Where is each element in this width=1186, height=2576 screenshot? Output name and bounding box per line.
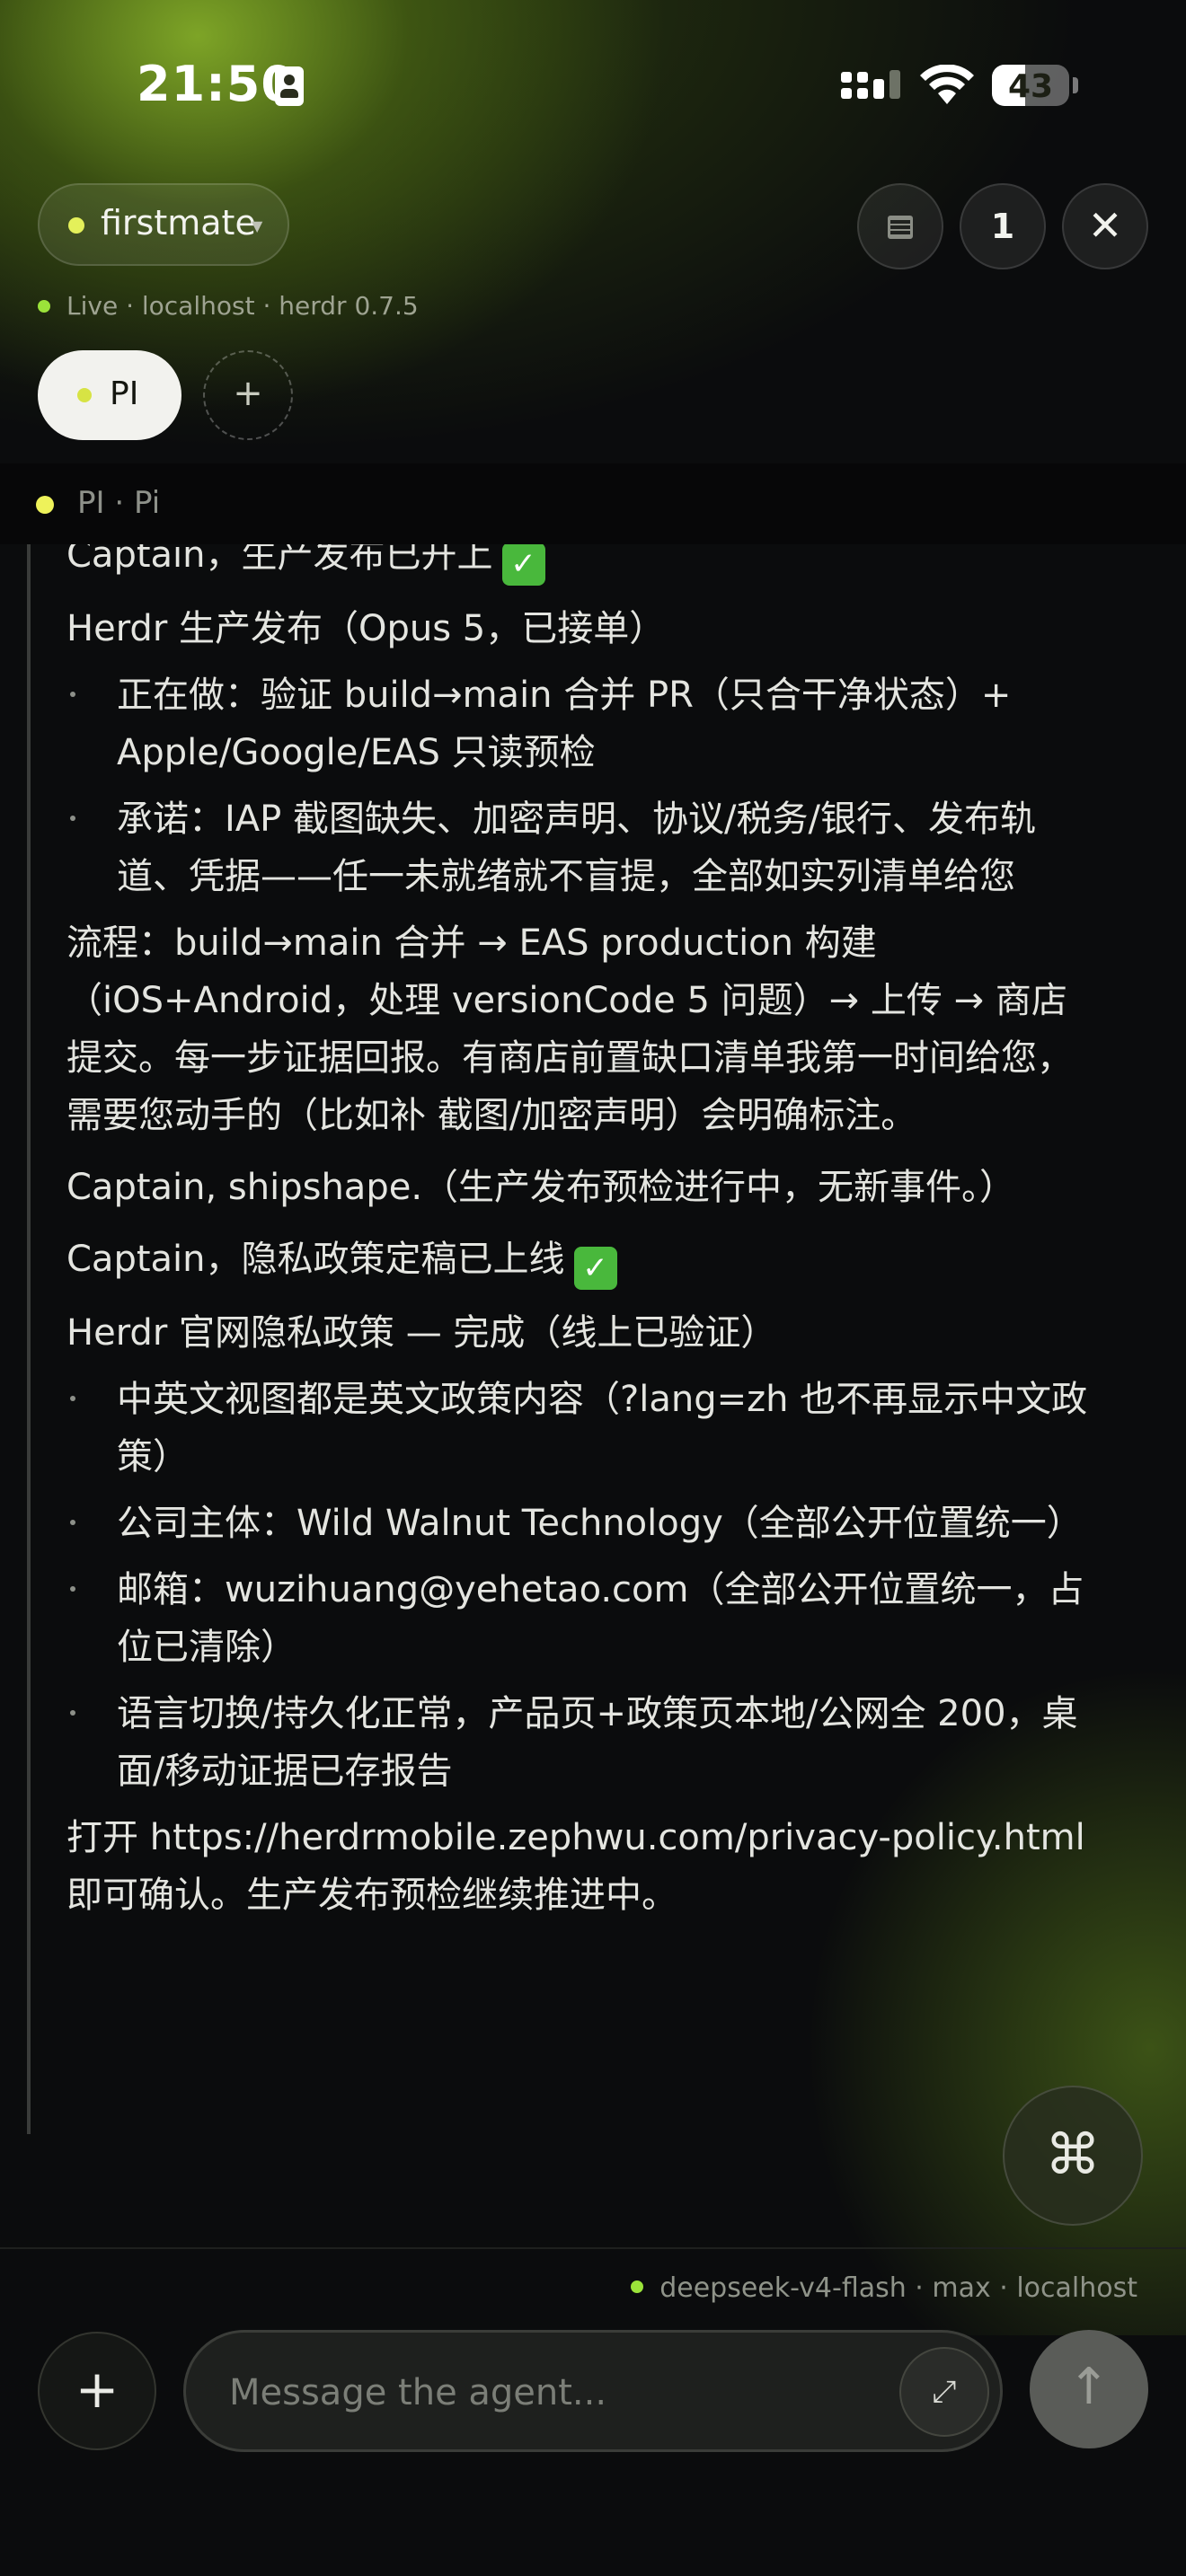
expand-icon: ⤢ <box>932 2374 957 2410</box>
message-line: Herdr 官网隐私政策 — 完成（线上已验证） <box>66 1312 777 1354</box>
list-item: 承诺：IAP 截图缺失、加密声明、协议/税务/银行、发布轨道、凭据——任一未就绪… <box>66 790 1100 905</box>
transcript-content: Captain，生产发布已开上 ✓ Herdr 生产发布（Opus 5，已接单） … <box>66 544 1100 1938</box>
model-status-dot <box>631 2280 644 2293</box>
add-tab-button[interactable]: + <box>203 350 293 440</box>
list-icon <box>888 216 913 239</box>
message-line: Captain, shipshape.（生产发布预检进行中，无新事件。） <box>66 1167 1016 1208</box>
message-text: Captain，隐私政策定稿已上线 <box>66 1239 565 1280</box>
bullet-icon <box>70 1396 75 1401</box>
attach-button[interactable]: + <box>38 2332 156 2450</box>
send-button[interactable]: ↑ <box>1030 2330 1148 2448</box>
list-item-text: 正在做：验证 build→main 合并 PR（只合干净状态）+ Apple/G… <box>117 675 1012 773</box>
battery-cap <box>1073 77 1078 93</box>
plus-icon: + <box>75 2359 119 2420</box>
tab-status-dot <box>77 388 92 402</box>
model-status-text: deepseek-v4-flash · max · localhost <box>659 2272 1137 2304</box>
message-text: Captain，生产发布已开上 <box>66 544 493 576</box>
message-line: Captain，隐私政策定稿已上线 ✓ <box>66 1231 1100 1290</box>
transcript[interactable]: Captain，生产发布已开上 ✓ Herdr 生产发布（Opus 5，已接单） … <box>27 544 1109 2134</box>
plus-icon: + <box>233 373 263 414</box>
list-item: 中英文视图都是英文政策内容（?lang=zh 也不再显示中文政策） <box>66 1371 1100 1486</box>
tab-label: PI <box>110 375 139 412</box>
message-line: Herdr 生产发布（Opus 5，已接单） <box>66 608 666 649</box>
wifi-icon <box>920 65 974 104</box>
list-item-text: 公司主体：Wild Walnut Technology（全部公开位置统一） <box>117 1503 1083 1544</box>
divider <box>0 2247 1186 2249</box>
count-badge-button[interactable]: 1 <box>960 183 1046 269</box>
agent-name: firstmate <box>101 203 256 243</box>
session-status-dot <box>36 496 54 514</box>
message-line: 打开 https://herdrmobile.zephwu.com/privac… <box>66 1817 1085 1916</box>
contact-card-icon <box>275 66 304 106</box>
bullet-icon <box>70 1520 75 1525</box>
bullet-icon <box>70 1586 75 1592</box>
session-label: PI · Pi <box>77 485 161 521</box>
message-composer[interactable]: ⤢ <box>183 2330 1003 2452</box>
expand-composer-button[interactable]: ⤢ <box>899 2347 989 2437</box>
session-bar: PI · Pi <box>0 463 1186 544</box>
list-item: 语言切换/持久化正常，产品页+政策页本地/公网全 200，桌面/移动证据已存报告 <box>66 1685 1100 1800</box>
command-palette-button[interactable]: ⌘ <box>1003 2086 1143 2226</box>
list-item: 正在做：验证 build→main 合并 PR（只合干净状态）+ Apple/G… <box>66 666 1100 781</box>
bullet-icon <box>70 692 75 697</box>
live-dot <box>38 300 50 313</box>
list-item-text: 承诺：IAP 截图缺失、加密声明、协议/税务/银行、发布轨道、凭据——任一未就绪… <box>117 798 1036 897</box>
list-item-text: 语言切换/持久化正常，产品页+政策页本地/公网全 200，桌面/移动证据已存报告 <box>117 1693 1078 1792</box>
status-time: 21:50 <box>137 56 296 112</box>
list-item-text: 邮箱：wuzihuang@yehetao.com（全部公开位置统一，占位已清除） <box>117 1569 1084 1668</box>
bullet-icon <box>70 816 75 821</box>
live-status-text: Live · localhost · herdr 0.7.5 <box>66 291 419 321</box>
check-mark-icon: ✓ <box>573 1247 617 1290</box>
command-key-icon: ⌘ <box>1045 2122 1101 2187</box>
bullet-icon <box>70 1710 75 1716</box>
list-item: 邮箱：wuzihuang@yehetao.com（全部公开位置统一，占位已清除） <box>66 1561 1100 1676</box>
session-list-button[interactable] <box>857 183 943 269</box>
arrow-up-icon: ↑ <box>1067 2358 1111 2416</box>
message-line: Captain，生产发布已开上 ✓ <box>66 544 1100 586</box>
battery-indicator: 43 <box>992 65 1069 106</box>
close-button[interactable]: ✕ <box>1062 183 1148 269</box>
message-input[interactable] <box>227 2363 860 2422</box>
chevron-down-icon: ▼ <box>252 217 263 234</box>
check-mark-icon: ✓ <box>501 544 545 586</box>
agent-selector[interactable]: firstmate ▼ <box>38 183 289 266</box>
model-status[interactable]: deepseek-v4-flash · max · localhost <box>631 2272 1137 2304</box>
list-item-text: 中英文视图都是英文政策内容（?lang=zh 也不再显示中文政策） <box>117 1379 1088 1478</box>
close-icon: ✕ <box>1087 201 1123 250</box>
cellular-signal-icon <box>841 70 900 99</box>
list-item: 公司主体：Wild Walnut Technology（全部公开位置统一） <box>66 1495 1100 1552</box>
message-line: 流程：build→main 合并 → EAS production 构建（iOS… <box>66 922 1073 1136</box>
tab-pi[interactable]: PI <box>38 350 181 440</box>
agent-status-dot <box>68 217 84 234</box>
battery-level: 43 <box>1007 68 1054 105</box>
